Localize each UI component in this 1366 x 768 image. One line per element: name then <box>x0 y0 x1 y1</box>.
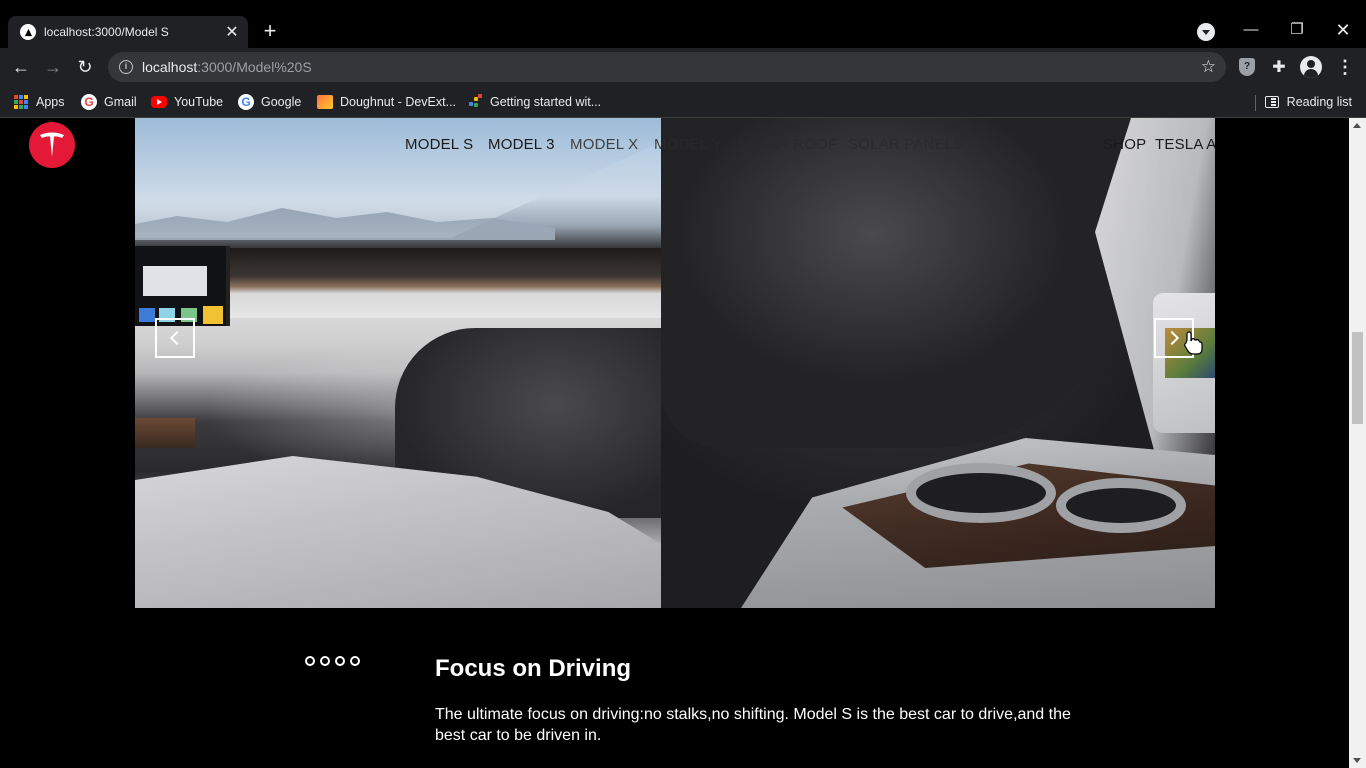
slider-dot[interactable] <box>350 656 360 666</box>
chevron-left-icon <box>169 330 185 346</box>
tab-title: localhost:3000/Model S <box>44 25 169 39</box>
tab-close-icon[interactable]: ✕ <box>222 22 242 42</box>
reload-button[interactable]: ↻ <box>72 54 98 80</box>
close-window-button[interactable]: ✕ <box>1328 16 1358 44</box>
nav-solar-roof[interactable]: SOLAR ROOF <box>737 136 837 153</box>
nav-model-y[interactable]: MODEL Y <box>654 136 722 153</box>
page-scrollbar[interactable] <box>1349 118 1366 768</box>
tesla-logo-icon[interactable] <box>29 122 75 168</box>
restore-button[interactable]: ❐ <box>1282 16 1312 44</box>
slider-dots <box>305 656 360 666</box>
bookmark-apps[interactable]: Apps <box>13 91 65 113</box>
bookmark-getting-started[interactable]: Getting started wit... <box>467 91 601 113</box>
profile-avatar-icon[interactable] <box>1300 56 1322 78</box>
nav-shop[interactable]: SHOP <box>1103 136 1146 153</box>
chevron-right-icon <box>1164 330 1180 346</box>
scrollbar-thumb[interactable] <box>1352 332 1363 424</box>
nav-model-3[interactable]: MODEL 3 <box>488 136 555 153</box>
youtube-icon <box>151 94 167 110</box>
site-info-icon[interactable]: i <box>119 60 133 74</box>
page-viewport: MODEL S MODEL 3 MODEL X MODEL Y SOLAR RO… <box>0 118 1349 768</box>
tab-bar: localhost:3000/Model S ✕ + — ❐ ✕ <box>0 0 1366 48</box>
slider-dot[interactable] <box>305 656 315 666</box>
bookmark-doughnut[interactable]: Doughnut - DevExt... <box>317 91 456 113</box>
back-button[interactable]: ← <box>8 54 34 80</box>
devextreme-icon <box>317 94 333 110</box>
bookmark-gmail[interactable]: G Gmail <box>81 91 137 113</box>
bookmark-star-icon[interactable]: ☆ <box>1201 57 1216 77</box>
scroll-up-icon[interactable] <box>1353 123 1361 128</box>
browser-tab[interactable]: localhost:3000/Model S ✕ <box>8 16 248 48</box>
new-tab-button[interactable]: + <box>258 20 282 44</box>
nav-model-x[interactable]: MODEL X <box>570 136 638 153</box>
browser-menu-icon[interactable]: ⋮ <box>1334 56 1356 78</box>
bookmark-google[interactable]: G Google <box>238 91 301 113</box>
bookmarks-separator <box>1255 95 1256 111</box>
slider-prev-button[interactable] <box>155 318 195 358</box>
shield-extension-icon[interactable]: ? <box>1236 56 1258 78</box>
vercel-favicon-icon <box>20 24 36 40</box>
nav-model-s[interactable]: MODEL S <box>405 136 473 153</box>
interior-photo-dashboard <box>135 118 661 608</box>
url-text: localhost:3000/Model%20S <box>142 59 312 75</box>
reading-list-button[interactable]: Reading list <box>1264 91 1352 113</box>
image-slider <box>135 118 1215 608</box>
extensions-puzzle-icon[interactable]: ✚ <box>1268 56 1290 78</box>
nav-solar-panels[interactable]: SOLAR PANELS <box>848 136 964 153</box>
scroll-down-icon[interactable] <box>1353 758 1361 763</box>
apps-grid-icon <box>13 94 29 110</box>
google-icon: G <box>238 94 254 110</box>
slider-dot[interactable] <box>335 656 345 666</box>
nav-tesla-account[interactable]: TESLA A <box>1155 136 1215 153</box>
feature-title: Focus on Driving <box>435 655 632 682</box>
minimize-button[interactable]: — <box>1236 16 1266 44</box>
tab-search-button[interactable] <box>1197 23 1215 41</box>
getting-started-icon <box>467 94 483 110</box>
bookmarks-bar: Apps G Gmail YouTube G Google Doughnut -… <box>0 86 1366 118</box>
forward-button[interactable]: → <box>40 54 66 80</box>
slider-dot[interactable] <box>320 656 330 666</box>
reading-list-icon <box>1264 96 1279 108</box>
interior-photo-console <box>661 118 1215 608</box>
bookmark-youtube[interactable]: YouTube <box>151 91 223 113</box>
feature-description: The ultimate focus on driving:no stalks,… <box>435 706 1071 744</box>
google-icon: G <box>81 94 97 110</box>
address-bar[interactable]: i localhost:3000/Model%20S ☆ <box>108 52 1226 82</box>
browser-toolbar: ← → ↻ i localhost:3000/Model%20S ☆ ? ✚ ⋮ <box>0 48 1366 86</box>
